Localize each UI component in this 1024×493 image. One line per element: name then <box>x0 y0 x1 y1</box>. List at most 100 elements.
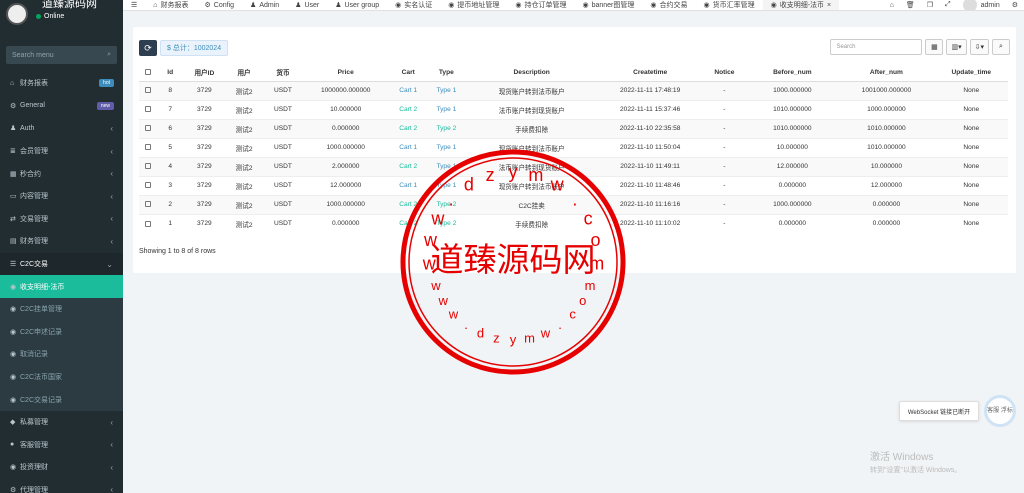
settings-gear-icon[interactable]: ⚙ <box>1012 1 1018 9</box>
column-header[interactable]: 用户 <box>224 64 264 82</box>
copy-icon[interactable]: ❐ <box>927 1 933 9</box>
customer-service-float-button[interactable]: 客服 浮标 <box>984 395 1016 427</box>
row-checkbox[interactable] <box>144 201 151 208</box>
table-cell: 3729 <box>184 137 225 157</box>
advanced-search-button[interactable]: ⌕ <box>992 39 1010 55</box>
close-icon[interactable]: × <box>827 2 831 9</box>
column-header[interactable]: Price <box>302 64 390 82</box>
row-checkbox[interactable] <box>144 125 151 132</box>
export-button[interactable]: ⇩▾ <box>969 39 989 55</box>
column-header[interactable]: Cart <box>389 64 428 82</box>
sidebar-toggle-button[interactable]: ☰ <box>123 0 145 10</box>
row-checkbox[interactable] <box>144 106 151 113</box>
sidebar-item[interactable]: ◉ 投资理财 ‹ <box>0 456 123 479</box>
row-checkbox[interactable] <box>144 163 151 170</box>
tab-item[interactable]: ♟ User <box>287 0 327 10</box>
user-panel: Online <box>0 3 123 29</box>
table-cell: 测试2 <box>224 137 264 157</box>
table-cell <box>139 175 157 195</box>
refresh-button[interactable]: ⟳ <box>139 40 157 56</box>
column-header[interactable]: Type <box>427 64 466 82</box>
table-row[interactable]: 1 3729 测试2 USDT 0.000000 Cart 2 Type 2 手续费扣除 202… <box>139 213 1008 233</box>
table-row[interactable]: 5 3729 测试2 USDT 1000.000000 Cart 1 Type 1 现货账户转… <box>139 137 1008 157</box>
tab-item[interactable]: ◉ 持仓订单管理 <box>507 0 574 10</box>
total-button[interactable]: $ 总计：1002024 <box>160 40 229 56</box>
table-cell: None <box>934 137 1008 157</box>
tab-item[interactable]: ◉ 实名认证 <box>387 0 440 10</box>
stamp-letter: w <box>448 306 459 321</box>
row-checkbox[interactable] <box>144 144 151 151</box>
tab-label: 合约交易 <box>659 2 688 9</box>
sidebar-item[interactable]: ⌂ 财务报表 hot <box>0 72 123 95</box>
table-cell: Cart 2 <box>389 99 428 119</box>
menu-search-input[interactable]: Search menu ⌕ <box>6 46 117 64</box>
trash-icon[interactable]: 🗑 <box>906 1 915 9</box>
sidebar: 道臻源码网 Online Search menu ⌕ ⌂ 财务报表 hot ⚙ Gener… <box>0 0 123 493</box>
column-header[interactable]: Createtime <box>597 64 703 82</box>
column-header[interactable]: After_num <box>838 64 935 82</box>
row-checkbox[interactable] <box>144 220 151 227</box>
table-cell: 0.000000 <box>746 175 839 195</box>
tab-item[interactable]: ♟ User group <box>327 0 387 10</box>
tab-item[interactable]: ◉ 合约交易 <box>642 0 695 10</box>
sidebar-item[interactable]: ▦ 秒合约 ‹ <box>0 162 123 185</box>
table-row[interactable]: 2 3729 测试2 USDT 1000.000000 Cart 2 Type 2 C2C挂卖… <box>139 194 1008 214</box>
sidebar-item[interactable]: ◉ C2C申述记录 <box>0 320 123 344</box>
sidebar-item[interactable]: ▭ 内容管理 ‹ <box>0 185 123 208</box>
toggle-view-button[interactable]: ▦ <box>925 39 944 55</box>
stamp-url-bottom: www.d z y m w.com <box>430 278 595 347</box>
columns-button[interactable]: ▥▾ <box>946 39 967 55</box>
tab-item[interactable]: ◉ 提币地址管理 <box>440 0 507 10</box>
tab-item[interactable]: ⌂ 财务报表 <box>145 0 196 10</box>
column-header[interactable]: Id <box>156 64 185 82</box>
table-cell: 2022-11-10 11:16:16 <box>597 194 703 214</box>
tab-item[interactable]: ♟ Admin <box>242 0 287 10</box>
home-icon[interactable]: ⌂ <box>890 2 894 9</box>
sidebar-item[interactable]: ▤ 财务管理 ‹ <box>0 230 123 253</box>
select-all-checkbox[interactable] <box>144 69 151 75</box>
table-row[interactable]: 7 3729 测试2 USDT 10.000000 Cart 2 Type 1 法币账户转到现… <box>139 99 1008 119</box>
table-cell: Type 1 <box>427 80 466 100</box>
sidebar-item[interactable]: ◉ C2C法币国家 <box>0 365 123 389</box>
sidebar-item[interactable]: ⚙ 代理管理 ‹ <box>0 479 123 493</box>
sidebar-item[interactable]: ⚙ General new <box>0 95 123 118</box>
fullscreen-icon[interactable]: ⤢ <box>945 1 951 9</box>
table-cell <box>139 137 157 157</box>
sidebar-item[interactable]: ⇄ 交易管理 ‹ <box>0 208 123 231</box>
table-row[interactable]: 3 3729 测试2 USDT 12.000000 Cart 1 Type 1 现货账户转到法… <box>139 175 1008 195</box>
table-row[interactable]: 4 3729 测试2 USDT 2.000000 Cart 2 Type 1 法币账户转到现货… <box>139 156 1008 176</box>
sidebar-item[interactable]: ◉ C2C挂单管理 <box>0 297 123 321</box>
sidebar-item[interactable]: ♟ Auth ‹ <box>0 117 123 140</box>
tab-item[interactable]: ⚙ Config <box>197 0 243 10</box>
bank-icon: ⌂ <box>10 79 15 87</box>
tab-item[interactable]: ◉ 收支明细-法币 × <box>762 0 840 10</box>
diamond-icon: ◆ <box>10 419 16 427</box>
sidebar-item[interactable]: ◆ 私募管理 ‹ <box>0 411 123 434</box>
sidebar-item[interactable]: ◉ 收支明细-法币 <box>0 275 123 298</box>
sidebar-item[interactable]: ☰ C2C交易 ⌄ <box>0 252 123 276</box>
sidebar-item-label: 财务报表 <box>20 80 48 88</box>
admin-menu[interactable]: admin <box>962 0 1000 10</box>
column-header[interactable]: Before_num <box>746 64 839 82</box>
sidebar-item[interactable]: ● 客服管理 ‹ <box>0 434 123 457</box>
tab-item[interactable]: ◉ 货币汇率管理 <box>695 0 762 10</box>
column-header[interactable]: 用户ID <box>184 64 225 82</box>
column-header[interactable]: Notice <box>702 64 747 82</box>
sidebar-item[interactable]: ◉ C2C交易记录 <box>0 388 123 411</box>
row-checkbox[interactable] <box>144 87 151 94</box>
table-row[interactable]: 6 3729 测试2 USDT 0.000000 Cart 2 Type 2 手续费扣除 202… <box>139 118 1008 138</box>
sidebar-item-label: C2C法币国家 <box>20 374 63 382</box>
chevron-left-icon: ‹ <box>110 485 113 493</box>
table-row[interactable]: 8 3729 测试2 USDT 1000000.000000 Cart 1 Type 1 现货… <box>139 80 1008 100</box>
sidebar-item[interactable]: ≣ 会员管理 ‹ <box>0 140 123 163</box>
table-search-input[interactable]: Search <box>830 39 923 55</box>
column-header[interactable]: Description <box>465 64 598 82</box>
row-checkbox[interactable] <box>144 182 151 189</box>
table-cell: 10.000000 <box>746 137 839 157</box>
column-header[interactable]: 货币 <box>263 64 303 82</box>
sidebar-item[interactable]: ◉ 取消记录 <box>0 343 123 366</box>
table-cell: 测试2 <box>224 118 264 138</box>
tab-item[interactable]: ◉ banner图管理 <box>574 0 642 10</box>
column-header[interactable]: Update_time <box>934 64 1008 82</box>
table-cell: 7 <box>156 99 185 119</box>
